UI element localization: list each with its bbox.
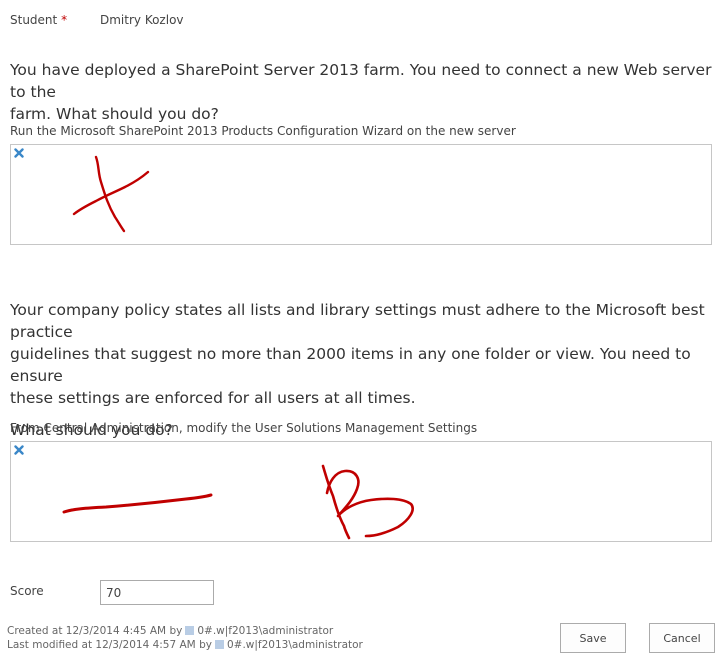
student-name: Dmitry Kozlov bbox=[100, 13, 184, 27]
score-label: Score bbox=[10, 584, 44, 598]
presence-icon bbox=[185, 626, 195, 635]
student-label: Student * bbox=[10, 13, 68, 27]
question-2-answer: From Central Administration, modify the … bbox=[10, 421, 478, 435]
modified-by-user-link[interactable]: 0#.w|f2013\administrator bbox=[227, 639, 363, 651]
question-2-text: Your company policy states all lists and… bbox=[10, 301, 705, 439]
required-marker: * bbox=[61, 13, 68, 27]
presence-icon bbox=[214, 640, 224, 649]
handwritten-b-mark bbox=[62, 464, 414, 540]
ink-canvas-1[interactable] bbox=[10, 144, 712, 245]
question-1-text: You have deployed a SharePoint Server 20… bbox=[10, 61, 712, 123]
question-1-answer: Run the Microsoft SharePoint 2013 Produc… bbox=[10, 124, 516, 138]
created-info: Created at 12/3/2014 4:45 AM by 0#.w|f201… bbox=[7, 625, 334, 637]
score-input[interactable] bbox=[100, 580, 214, 605]
ink-canvas-2[interactable] bbox=[10, 441, 712, 542]
modified-info: Last modified at 12/3/2014 4:57 AM by 0#.… bbox=[7, 639, 363, 651]
cancel-button[interactable]: Cancel bbox=[649, 623, 715, 653]
save-button[interactable]: Save bbox=[560, 623, 626, 653]
created-by-user-link[interactable]: 0#.w|f2013\administrator bbox=[197, 625, 333, 637]
handwritten-x-mark bbox=[72, 155, 150, 233]
